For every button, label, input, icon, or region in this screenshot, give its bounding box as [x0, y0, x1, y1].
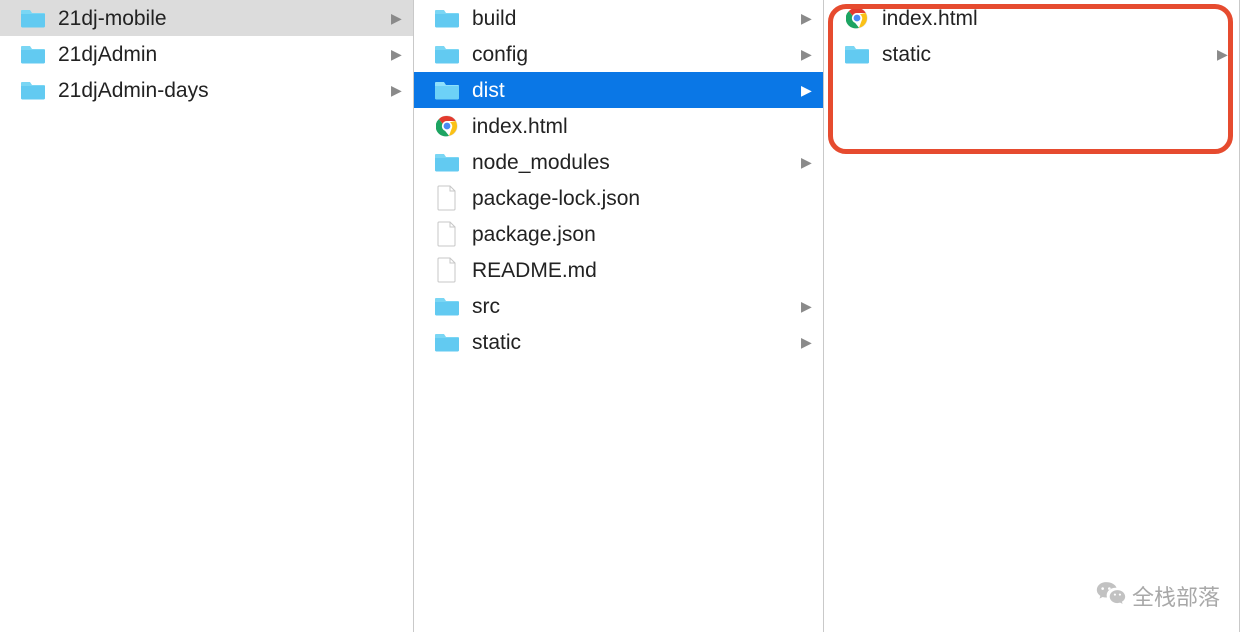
file-label: README.md — [472, 260, 815, 281]
folder-open-icon — [434, 77, 460, 103]
folder-row-dist[interactable]: dist ▶ — [414, 72, 823, 108]
folder-icon — [20, 41, 46, 67]
folder-row-21djAdmin[interactable]: 21djAdmin ▶ — [0, 36, 413, 72]
folder-label: dist — [472, 80, 801, 101]
folder-row-21djAdmin-days[interactable]: 21djAdmin-days ▶ — [0, 72, 413, 108]
folder-label: 21djAdmin — [58, 44, 391, 65]
finder-column-view: 21dj-mobile ▶ 21djAdmin ▶ 21djAdmin-days… — [0, 0, 1240, 632]
chevron-right-icon: ▶ — [1217, 46, 1231, 63]
file-icon — [434, 257, 460, 283]
chevron-right-icon: ▶ — [801, 298, 815, 315]
folder-label: 21dj-mobile — [58, 8, 391, 29]
column-1: 21dj-mobile ▶ 21djAdmin ▶ 21djAdmin-days… — [0, 0, 414, 632]
folder-label: config — [472, 44, 801, 65]
file-row-readme-md[interactable]: README.md — [414, 252, 823, 288]
folder-row-build[interactable]: build ▶ — [414, 0, 823, 36]
chevron-right-icon: ▶ — [801, 154, 815, 171]
folder-row-src[interactable]: src ▶ — [414, 288, 823, 324]
file-row-package-json[interactable]: package.json — [414, 216, 823, 252]
chevron-right-icon: ▶ — [391, 10, 405, 27]
folder-icon — [434, 41, 460, 67]
folder-label: node_modules — [472, 152, 801, 173]
folder-icon — [844, 41, 870, 67]
folder-icon — [20, 77, 46, 103]
folder-icon — [434, 293, 460, 319]
folder-icon — [434, 5, 460, 31]
folder-row-node-modules[interactable]: node_modules ▶ — [414, 144, 823, 180]
folder-label: src — [472, 296, 801, 317]
column-2: build ▶ config ▶ dist ▶ index.html node_… — [414, 0, 824, 632]
folder-row-21dj-mobile[interactable]: 21dj-mobile ▶ — [0, 0, 413, 36]
file-label: index.html — [882, 8, 1231, 29]
chrome-icon — [434, 113, 460, 139]
folder-row-config[interactable]: config ▶ — [414, 36, 823, 72]
folder-label: build — [472, 8, 801, 29]
file-row-index-html[interactable]: index.html — [824, 0, 1239, 36]
file-icon — [434, 221, 460, 247]
folder-icon — [20, 5, 46, 31]
folder-label: 21djAdmin-days — [58, 80, 391, 101]
file-row-index-html[interactable]: index.html — [414, 108, 823, 144]
folder-row-static[interactable]: static ▶ — [414, 324, 823, 360]
chevron-right-icon: ▶ — [801, 82, 815, 99]
folder-icon — [434, 329, 460, 355]
chrome-icon — [844, 5, 870, 31]
chevron-right-icon: ▶ — [391, 46, 405, 63]
file-icon — [434, 185, 460, 211]
folder-icon — [434, 149, 460, 175]
column-3: index.html static ▶ — [824, 0, 1240, 632]
folder-label: static — [472, 332, 801, 353]
file-label: index.html — [472, 116, 815, 137]
chevron-right-icon: ▶ — [801, 10, 815, 27]
chevron-right-icon: ▶ — [801, 46, 815, 63]
file-row-package-lock-json[interactable]: package-lock.json — [414, 180, 823, 216]
folder-row-static[interactable]: static ▶ — [824, 36, 1239, 72]
chevron-right-icon: ▶ — [801, 334, 815, 351]
file-label: package.json — [472, 224, 815, 245]
folder-label: static — [882, 44, 1217, 65]
chevron-right-icon: ▶ — [391, 82, 405, 99]
file-label: package-lock.json — [472, 188, 815, 209]
